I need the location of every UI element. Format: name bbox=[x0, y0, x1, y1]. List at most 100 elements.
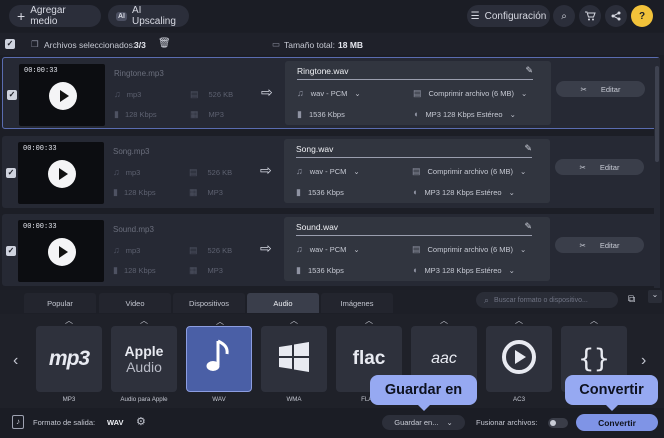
bitrate-icon: ▮ bbox=[113, 265, 118, 275]
cart-button[interactable] bbox=[579, 5, 601, 27]
ai-upscaling-button[interactable]: AI AI Upscaling bbox=[108, 5, 189, 27]
next-formats-arrow[interactable]: › bbox=[641, 352, 646, 370]
convert-tooltip: Convertir bbox=[565, 375, 658, 411]
search-button[interactable]: ⌕ bbox=[553, 5, 575, 27]
file-thumbnail[interactable]: 00:00:33 bbox=[19, 64, 105, 126]
convert-arrow-icon: ⇨ bbox=[260, 240, 272, 256]
pencil-icon[interactable]: ✎ bbox=[524, 143, 532, 154]
tab-audio[interactable]: Audio bbox=[247, 293, 319, 313]
format-settings-icon[interactable]: ⧉ bbox=[628, 294, 642, 307]
pencil-icon[interactable]: ✎ bbox=[524, 221, 532, 232]
format-card-audio-para-apple[interactable]: ︿ Apple Audio bbox=[111, 316, 177, 392]
chevron-up-icon: ︿ bbox=[365, 316, 373, 325]
trash-icon[interactable]: 🗑 bbox=[158, 38, 171, 49]
tab-devices[interactable]: Dispositivos bbox=[173, 293, 245, 313]
file-checkbox[interactable]: ✓ bbox=[7, 90, 17, 100]
output-format-value: WAV bbox=[107, 418, 124, 427]
collapse-panel-button[interactable]: ⌄ bbox=[648, 290, 662, 303]
settings-button[interactable]: ☰ Configuración bbox=[467, 5, 550, 27]
music-note-icon bbox=[206, 339, 232, 380]
file-row[interactable]: ✓ 00:00:33 Sound.mp3 ♫ mp3 ▤ 526 KB ▮ 128 K… bbox=[2, 214, 660, 286]
format-logo-flac: flac bbox=[352, 348, 386, 369]
format-label: MP3 bbox=[62, 396, 76, 403]
format-card-ac3[interactable]: ︿ bbox=[486, 316, 552, 392]
file-row[interactable]: ✓ 00:00:33 Ringtone.mp3 ♫ mp3 ▤ 526 KB ▮ 12… bbox=[2, 57, 660, 129]
output-format-label: Formato de salida: bbox=[33, 418, 96, 427]
select-all-checkbox[interactable]: ✓ bbox=[5, 39, 15, 49]
sliders-icon: ☰ bbox=[470, 10, 480, 22]
save-to-dropdown[interactable]: Guardar en... ⌄ bbox=[382, 415, 465, 430]
chevron-down-icon: ⌄ bbox=[354, 88, 361, 98]
format-logo-aac: aac bbox=[431, 350, 457, 367]
pencil-icon[interactable]: ✎ bbox=[525, 65, 533, 76]
output-codec[interactable]: wav - PCM bbox=[310, 245, 347, 254]
source-codec: mp3 bbox=[126, 89, 142, 99]
format-icon: ▦ bbox=[190, 109, 199, 119]
output-codec[interactable]: wav - PCM bbox=[311, 89, 348, 98]
edit-button[interactable]: ✂ Editar bbox=[556, 81, 645, 97]
add-media-button[interactable]: + Agregar medio bbox=[9, 5, 101, 27]
output-bitrate: 1536 Kbps bbox=[307, 266, 344, 275]
audio-option[interactable]: MP3 128 Kbps Estéreo bbox=[424, 266, 501, 275]
files-selected-label: Archivos seleccionados: bbox=[44, 40, 136, 50]
edit-label: Editar bbox=[599, 162, 620, 172]
output-settings: Song.wav ✎ ♫ wav - PCM ⌄ ▤ Comprimir archivo… bbox=[284, 139, 550, 203]
format-search-input[interactable]: ⌕ Buscar formato o dispositivo... bbox=[476, 292, 618, 308]
chevron-up-icon: ︿ bbox=[65, 316, 73, 325]
output-format-icon: ♪ bbox=[12, 415, 24, 429]
file-thumbnail[interactable]: 00:00:33 bbox=[18, 220, 104, 282]
prev-formats-arrow[interactable]: ‹ bbox=[13, 352, 18, 370]
format-label: AC3 bbox=[512, 396, 526, 403]
file-row[interactable]: ✓ 00:00:33 Song.mp3 ♫ mp3 ▤ 526 KB ▮ 128 Kb… bbox=[2, 136, 660, 208]
plus-icon: + bbox=[17, 8, 26, 24]
files-icon: ❐ bbox=[31, 39, 39, 49]
source-size: 526 KB bbox=[208, 90, 234, 99]
speaker-icon: ◖ bbox=[413, 109, 419, 119]
source-format: MP3 bbox=[208, 110, 224, 119]
compress-option[interactable]: Comprimir archivo (6 MB) bbox=[429, 89, 514, 98]
tab-video[interactable]: Video bbox=[99, 293, 171, 313]
music-note-icon: ♫ bbox=[297, 88, 304, 98]
convert-arrow-icon: ⇨ bbox=[261, 84, 273, 100]
file-checkbox[interactable]: ✓ bbox=[6, 168, 16, 178]
search-icon: ⌕ bbox=[484, 294, 490, 305]
output-bitrate: 1536 Kbps bbox=[308, 110, 345, 119]
format-card-wma[interactable]: ︿ bbox=[261, 316, 327, 392]
tab-popular[interactable]: Popular bbox=[24, 293, 96, 313]
compress-icon: ▤ bbox=[413, 88, 422, 98]
chevron-up-icon: ︿ bbox=[590, 316, 598, 325]
help-button[interactable]: ? bbox=[631, 5, 653, 27]
share-button[interactable] bbox=[605, 5, 627, 27]
convert-button[interactable]: Convertir bbox=[576, 414, 658, 431]
format-card-mp3[interactable]: ︿ mp3 bbox=[36, 316, 102, 392]
share-icon bbox=[611, 11, 621, 21]
tab-images[interactable]: Imágenes bbox=[321, 293, 393, 313]
compress-option[interactable]: Comprimir archivo (6 MB) bbox=[428, 167, 513, 176]
bitrate-icon: ▮ bbox=[113, 187, 118, 197]
file-list-scrollbar[interactable] bbox=[654, 58, 660, 288]
audio-option[interactable]: MP3 128 Kbps Estéreo bbox=[424, 188, 501, 197]
edit-button[interactable]: ✂ Editar bbox=[555, 159, 644, 175]
play-icon[interactable] bbox=[48, 238, 76, 266]
play-icon[interactable] bbox=[49, 82, 77, 110]
output-codec[interactable]: wav - PCM bbox=[310, 167, 347, 176]
file-checkbox[interactable]: ✓ bbox=[6, 246, 16, 256]
merge-files-label: Fusionar archivos: bbox=[476, 418, 538, 427]
output-file-name[interactable]: Ringtone.wav ✎ bbox=[297, 65, 533, 80]
output-file-name[interactable]: Sound.wav ✎ bbox=[296, 221, 532, 236]
scrollbar-thumb[interactable] bbox=[655, 66, 659, 162]
gear-icon[interactable]: ⚙ bbox=[136, 415, 146, 428]
scissors-icon: ✂ bbox=[580, 84, 587, 94]
merge-files-toggle[interactable] bbox=[548, 418, 568, 428]
format-card-wav[interactable]: ︿ bbox=[186, 317, 252, 392]
format-icon: ▦ bbox=[189, 187, 198, 197]
chevron-down-icon: ⌄ bbox=[353, 244, 360, 254]
file-thumbnail[interactable]: 00:00:33 bbox=[18, 142, 104, 204]
compress-option[interactable]: Comprimir archivo (6 MB) bbox=[428, 245, 513, 254]
output-file-name[interactable]: Song.wav ✎ bbox=[296, 143, 532, 158]
play-icon[interactable] bbox=[48, 160, 76, 188]
windows-icon bbox=[277, 341, 311, 377]
edit-button[interactable]: ✂ Editar bbox=[555, 237, 644, 253]
bitrate-icon: ▮ bbox=[297, 109, 302, 119]
audio-option[interactable]: MP3 128 Kbps Estéreo bbox=[425, 110, 502, 119]
